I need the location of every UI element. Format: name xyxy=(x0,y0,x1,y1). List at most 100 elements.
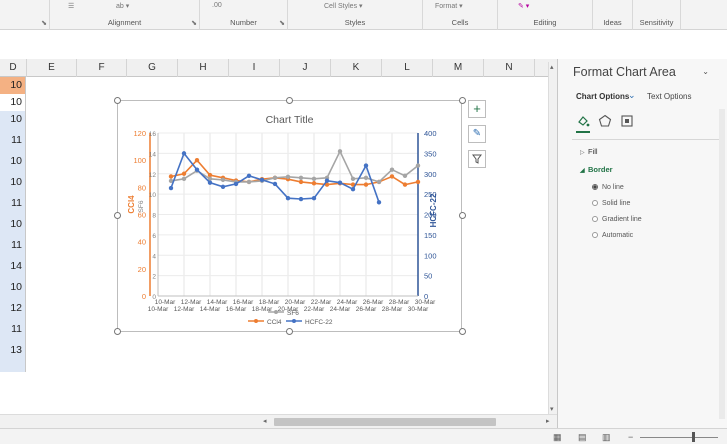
scroll-right-icon[interactable]: ▸ xyxy=(546,417,550,425)
chart-options-tab[interactable]: Chart Options xyxy=(576,92,629,101)
font-dialog-launcher-icon[interactable]: ⬊ xyxy=(41,19,47,27)
column-header-j[interactable]: J xyxy=(280,59,331,77)
column-header-n[interactable]: N xyxy=(484,59,535,77)
column-header-f[interactable]: F xyxy=(77,59,127,77)
scroll-down-icon[interactable]: ▾ xyxy=(550,405,554,413)
x-axis-tick-label: 22-Mar xyxy=(304,306,325,313)
x-axis-tick-label: 16-Mar xyxy=(226,306,247,313)
clear-eraser-icon[interactable]: ✎ ▾ xyxy=(518,2,529,10)
data-point-ccl4 xyxy=(389,174,395,179)
column-header-e[interactable]: E xyxy=(27,59,77,77)
border-option-gradient-line[interactable]: Gradient line xyxy=(592,216,642,223)
fill-line-icon[interactable] xyxy=(576,114,590,128)
option-label: No line xyxy=(602,184,624,191)
data-point-sf6 xyxy=(415,163,421,168)
cell-value[interactable]: 13 xyxy=(10,344,22,356)
series-line-sf6 xyxy=(170,149,419,183)
resize-handle-bottom[interactable] xyxy=(286,328,293,335)
cell-value[interactable]: 10 xyxy=(10,176,22,188)
cell-value[interactable]: 14 xyxy=(10,260,22,272)
scroll-left-icon[interactable]: ◂ xyxy=(263,417,267,425)
resize-handle-top-left[interactable] xyxy=(114,97,121,104)
cell-value[interactable]: 10 xyxy=(10,281,22,293)
zoom-slider-thumb[interactable] xyxy=(692,432,695,442)
cell-value[interactable]: 10 xyxy=(10,113,22,125)
resize-handle-left[interactable] xyxy=(114,212,121,219)
resize-handle-top[interactable] xyxy=(286,97,293,104)
text-options-tab[interactable]: Text Options xyxy=(647,92,691,101)
chart-elements-plus-icon[interactable]: + xyxy=(468,100,486,118)
border-option-automatic[interactable]: Automatic xyxy=(592,232,633,239)
scroll-up-icon[interactable]: ▴ xyxy=(550,63,554,71)
page-layout-view-icon[interactable]: ▤ xyxy=(578,432,587,443)
page-break-view-icon[interactable]: ▥ xyxy=(602,432,611,443)
format-chart-area-pane: Format Chart Area ⌄ Chart Options ⌄ Text… xyxy=(557,59,727,428)
effects-pentagon-icon[interactable] xyxy=(598,114,612,128)
data-point-hcfc-22 xyxy=(181,151,187,156)
normal-view-icon[interactable]: ▦ xyxy=(553,432,562,443)
format-button[interactable]: Format ▾ xyxy=(435,2,463,10)
option-label: Automatic xyxy=(602,232,634,239)
horizontal-scroll-thumb[interactable] xyxy=(274,418,496,426)
chart-area[interactable]: Chart Title 0 20 40 60 80 100 120 CCl4 0 2 4 6 8 10 12… xyxy=(117,100,462,332)
column-header-k[interactable]: K xyxy=(331,59,382,77)
legend-marker xyxy=(274,310,278,314)
pane-options-chevron-icon[interactable]: ⌄ xyxy=(702,67,709,76)
alignment-dialog-launcher-icon[interactable]: ⬊ xyxy=(191,19,197,27)
indent-icon[interactable]: ☰ xyxy=(68,2,74,10)
cell-value[interactable]: 11 xyxy=(11,134,22,146)
border-section-header[interactable]: ◢ Border xyxy=(580,165,613,174)
cell-value[interactable]: 10 xyxy=(10,218,22,230)
number-dialog-launcher-icon[interactable]: ⬊ xyxy=(279,19,285,27)
resize-handle-right[interactable] xyxy=(459,212,466,219)
cell-value[interactable]: 11 xyxy=(11,323,22,335)
resize-handle-top-right[interactable] xyxy=(459,97,466,104)
collapsed-chevron-icon: ▷ xyxy=(580,150,585,156)
border-option-no-line[interactable]: No line xyxy=(592,184,624,191)
x-axis-tick-label: 16-Mar xyxy=(233,299,254,306)
fill-section-header[interactable]: ▷ Fill xyxy=(580,147,598,156)
border-option-solid-line[interactable]: Solid line xyxy=(592,200,630,207)
cell-value[interactable]: 11 xyxy=(11,197,22,209)
data-point-sf6 xyxy=(402,173,408,178)
legend-label: CCl4 xyxy=(267,319,282,326)
cell-value[interactable]: 12 xyxy=(10,302,22,314)
size-properties-icon[interactable] xyxy=(620,114,634,128)
column-header-d[interactable]: D xyxy=(0,59,27,77)
cell-value[interactable]: 10 xyxy=(0,77,25,94)
chart-options-chevron-icon[interactable]: ⌄ xyxy=(628,90,636,101)
data-point-hcfc-22 xyxy=(220,184,226,189)
zoom-out-icon[interactable]: − xyxy=(628,432,633,442)
cell-styles-button[interactable]: Cell Styles ▾ xyxy=(324,2,363,10)
status-bar: ▦ ▤ ▥ − xyxy=(0,428,727,444)
vertical-scrollbar[interactable]: ▴ ▾ xyxy=(548,62,557,414)
ribbon-group-sensitivity: Sensitivity xyxy=(633,0,681,30)
resize-handle-bottom-left[interactable] xyxy=(114,328,121,335)
column-header-l[interactable]: L xyxy=(382,59,433,77)
orientation-icon[interactable]: ab ▾ xyxy=(116,2,129,10)
column-headers: D E F G H I J K L M N xyxy=(0,59,557,77)
column-header-i[interactable]: I xyxy=(229,59,280,77)
expanded-chevron-icon: ◢ xyxy=(580,168,585,174)
x-axis-tick-label: 24-Mar xyxy=(337,299,358,306)
horizontal-scrollbar[interactable]: ◂ ▸ xyxy=(0,414,557,428)
option-label: Gradient line xyxy=(602,216,642,223)
zoom-slider-track[interactable] xyxy=(640,437,718,438)
chart-styles-brush-icon[interactable]: ✎ xyxy=(468,125,486,143)
x-axis-tick-label: 18-Mar xyxy=(259,299,280,306)
cell-value[interactable]: 10 xyxy=(0,94,25,111)
pane-scrollbar[interactable] xyxy=(719,109,725,419)
data-point-hcfc-22 xyxy=(168,185,174,191)
cell-value[interactable]: 10 xyxy=(10,155,22,167)
left-axis-tick-label: 100 xyxy=(133,156,146,165)
chart-filters-funnel-icon[interactable] xyxy=(468,150,486,168)
decimal-icon[interactable]: .00 xyxy=(212,2,222,9)
data-point-hcfc-22 xyxy=(285,196,291,201)
column-header-g[interactable]: G xyxy=(127,59,178,77)
data-point-sf6 xyxy=(181,176,187,182)
resize-handle-bottom-right[interactable] xyxy=(459,328,466,335)
cell-value[interactable]: 11 xyxy=(11,239,22,251)
column-header-h[interactable]: H xyxy=(178,59,229,77)
column-header-m[interactable]: M xyxy=(433,59,484,77)
data-point-hcfc-22 xyxy=(350,187,356,192)
